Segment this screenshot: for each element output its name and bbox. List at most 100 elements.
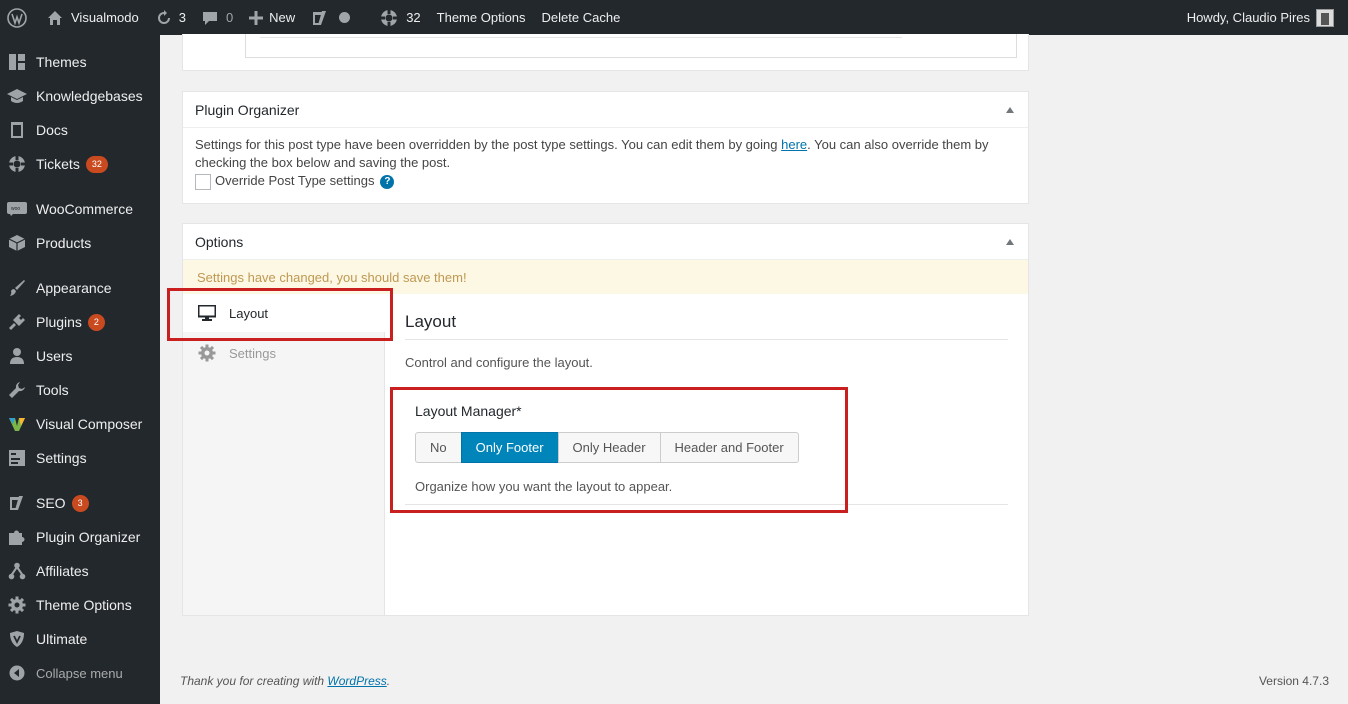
comment-icon — [202, 10, 218, 26]
seo-badge: 3 — [72, 495, 89, 512]
previous-metabox — [182, 34, 1029, 71]
footer-thanks-suffix: . — [387, 674, 390, 688]
plugin-organizer-body: Settings for this post type have been ov… — [183, 128, 1028, 198]
sidebar-item-label: WooCommerce — [36, 201, 133, 217]
override-row: Override Post Type settings? — [195, 172, 1016, 190]
delete-cache-link[interactable]: Delete Cache — [534, 0, 629, 35]
sidebar-item-settings[interactable]: Settings — [0, 441, 160, 475]
new-content-link[interactable]: New — [241, 0, 303, 35]
footer-thanks: Thank you for creating with WordPress. — [180, 674, 390, 688]
updates-count: 3 — [179, 10, 186, 25]
sidebar-item-label: Theme Options — [36, 597, 132, 613]
updates-link[interactable]: 3 — [147, 0, 194, 35]
avatar — [1316, 9, 1334, 27]
plugin-organizer-header[interactable]: Plugin Organizer — [183, 92, 1028, 128]
section-title: Layout — [405, 312, 456, 332]
sidebar-item-seo[interactable]: SEO 3 — [0, 486, 160, 520]
puzzle-icon — [7, 527, 27, 547]
affiliates-icon — [7, 561, 27, 581]
collapse-menu-button[interactable]: Collapse menu — [0, 656, 160, 690]
visual-composer-icon — [7, 414, 27, 434]
sidebar-item-appearance[interactable]: Appearance — [0, 271, 160, 305]
gear-icon — [197, 343, 217, 363]
footer-version: Version 4.7.3 — [1259, 674, 1329, 688]
refresh-icon — [155, 10, 173, 26]
previous-metabox-field — [245, 34, 1017, 58]
override-notice: Settings for this post type have been ov… — [195, 136, 1016, 172]
admin-bar: Visualmodo 3 0 New 32 Theme Options Dele… — [0, 0, 1348, 35]
wrench-icon — [7, 380, 27, 400]
box-icon — [7, 233, 27, 253]
lifebuoy-icon — [380, 9, 398, 27]
collapse-arrow-icon[interactable] — [1006, 107, 1014, 113]
collapse-arrow-icon[interactable] — [1006, 239, 1014, 245]
tickets-count: 32 — [406, 10, 420, 25]
sidebar-item-knowledgebases[interactable]: Knowledgebases — [0, 79, 160, 113]
plugin-organizer-box: Plugin Organizer Settings for this post … — [182, 91, 1029, 204]
sidebar-item-label: Visual Composer — [36, 416, 142, 432]
yoast-icon — [7, 493, 27, 513]
plugin-organizer-title: Plugin Organizer — [195, 102, 299, 118]
sidebar-item-label: Plugin Organizer — [36, 529, 140, 545]
shield-icon — [7, 629, 27, 649]
comments-link[interactable]: 0 — [194, 0, 241, 35]
sidebar-item-docs[interactable]: Docs — [0, 113, 160, 147]
gear-icon — [7, 595, 27, 615]
yoast-icon — [311, 9, 329, 27]
sidebar-item-products[interactable]: Products — [0, 226, 160, 260]
footer-thanks-prefix: Thank you for creating with — [180, 674, 327, 688]
howdy-text: Howdy, Claudio Pires — [1187, 10, 1310, 25]
sidebar-item-users[interactable]: Users — [0, 339, 160, 373]
section-divider — [405, 339, 1008, 340]
settings-icon — [7, 448, 27, 468]
wordpress-logo-icon[interactable] — [0, 0, 35, 35]
sidebar-item-label: Appearance — [36, 280, 112, 296]
sidebar-item-plugins[interactable]: Plugins 2 — [0, 305, 160, 339]
sidebar-item-visual-composer[interactable]: Visual Composer — [0, 407, 160, 441]
sidebar-item-label: Affiliates — [36, 563, 89, 579]
docs-icon — [7, 120, 27, 140]
sidebar-item-affiliates[interactable]: Affiliates — [0, 554, 160, 588]
svg-text:woo: woo — [11, 206, 20, 212]
seo-status-dot-icon — [339, 12, 350, 23]
user-icon — [7, 346, 27, 366]
here-link[interactable]: here — [781, 137, 807, 152]
admin-sidebar: Themes Knowledgebases Docs Tickets 32 wo… — [0, 35, 160, 704]
sidebar-item-ultimate[interactable]: Ultimate — [0, 622, 160, 656]
sidebar-item-label: Themes — [36, 54, 87, 70]
options-tab-list: Layout Settings — [183, 294, 385, 615]
home-icon — [47, 10, 63, 26]
yoast-menu[interactable] — [303, 0, 358, 35]
collapse-icon — [7, 663, 27, 683]
plug-icon — [7, 312, 27, 332]
plugins-badge: 2 — [88, 314, 105, 331]
sidebar-item-woocommerce[interactable]: woo WooCommerce — [0, 192, 160, 226]
sidebar-item-label: Products — [36, 235, 91, 251]
tickets-link[interactable]: 32 — [358, 0, 428, 35]
wordpress-link[interactable]: WordPress — [327, 674, 386, 688]
new-label: New — [269, 10, 295, 25]
sidebar-item-label: Docs — [36, 122, 68, 138]
section-description: Control and configure the layout. — [405, 355, 593, 370]
options-title: Options — [195, 234, 243, 250]
notice-text-start: Settings for this post type have been ov… — [195, 137, 781, 152]
plus-icon — [249, 11, 263, 25]
graduation-cap-icon — [7, 86, 27, 106]
sidebar-item-theme-options[interactable]: Theme Options — [0, 588, 160, 622]
sidebar-item-label: Tickets — [36, 156, 80, 172]
sidebar-item-label: Ultimate — [36, 631, 87, 647]
sidebar-item-tools[interactable]: Tools — [0, 373, 160, 407]
theme-options-link[interactable]: Theme Options — [429, 0, 534, 35]
sidebar-item-tickets[interactable]: Tickets 32 — [0, 147, 160, 181]
override-checkbox[interactable] — [195, 174, 211, 190]
sidebar-item-plugin-organizer[interactable]: Plugin Organizer — [0, 520, 160, 554]
site-name-link[interactable]: Visualmodo — [35, 0, 147, 35]
help-icon[interactable]: ? — [380, 175, 394, 189]
my-account-link[interactable]: Howdy, Claudio Pires — [1179, 0, 1342, 35]
options-header[interactable]: Options — [183, 224, 1028, 260]
lifebuoy-icon — [7, 154, 27, 174]
themes-icon — [7, 52, 27, 72]
comments-count: 0 — [226, 10, 233, 25]
sidebar-item-themes[interactable]: Themes — [0, 45, 160, 79]
sidebar-item-label: Settings — [36, 450, 87, 466]
